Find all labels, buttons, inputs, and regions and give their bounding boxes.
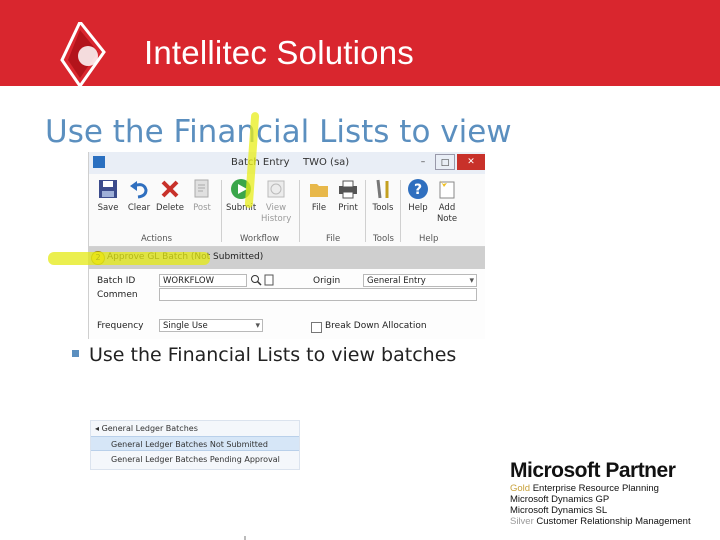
group-actions: Actions xyxy=(141,234,173,244)
ribbon: Save Clear Delete Post Submit View Histo… xyxy=(89,174,485,247)
group-workflow: Workflow xyxy=(240,234,280,244)
partner-line-sl: Microsoft Dynamics SL xyxy=(510,505,608,516)
batch-form: Batch ID WORKFLOW Origin General Entry C… xyxy=(89,269,485,339)
minimize-button[interactable]: – xyxy=(413,154,433,170)
frequency-label: Frequency xyxy=(97,321,144,331)
group-help: Help xyxy=(419,234,439,244)
post-icon xyxy=(194,179,209,198)
financial-lists-panel: ◂ General Ledger Batches General Ledger … xyxy=(90,420,300,470)
header-band: Intellitec Solutions xyxy=(0,0,720,89)
save-button[interactable]: Save xyxy=(93,178,123,214)
slide-marker xyxy=(244,536,246,540)
view-history-button[interactable]: View History xyxy=(261,178,291,225)
view-history-label: View History xyxy=(261,203,292,224)
maximize-button[interactable]: □ xyxy=(435,154,455,170)
ribbon-separator xyxy=(400,180,401,242)
comment-field[interactable] xyxy=(159,288,477,301)
ribbon-separator xyxy=(365,180,366,242)
help-label: Help xyxy=(408,203,428,213)
frequency-select[interactable]: Single Use xyxy=(159,319,263,333)
list-header-label: General Ledger Batches xyxy=(101,424,198,433)
group-file: File xyxy=(326,234,341,244)
bullet-item: Use the Financial Lists to view batches xyxy=(72,344,456,366)
gold-label: Gold xyxy=(510,483,531,494)
batch-id-label: Batch ID xyxy=(97,276,136,286)
lookup-icon[interactable] xyxy=(250,274,262,286)
print-label: Print xyxy=(338,203,358,213)
tools-icon xyxy=(376,179,389,199)
post-button[interactable]: Post xyxy=(187,178,217,214)
silver-competency: Customer Relationship Management xyxy=(536,516,691,527)
svg-text:?: ? xyxy=(414,182,422,198)
window-title: Batch Entry xyxy=(231,157,290,168)
window-company: TWO (sa) xyxy=(303,157,350,168)
slide-title: Use the Financial Lists to view xyxy=(45,114,512,150)
list-item-pending-approval[interactable]: General Ledger Batches Pending Approval xyxy=(91,452,319,467)
clear-label: Clear xyxy=(127,203,151,213)
app-icon xyxy=(93,156,105,168)
origin-select[interactable]: General Entry xyxy=(363,274,477,288)
ribbon-separator xyxy=(221,180,222,242)
gold-competency: Enterprise Resource Planning xyxy=(532,483,659,494)
tools-label: Tools xyxy=(372,203,394,213)
delete-label: Delete xyxy=(156,203,184,213)
post-label: Post xyxy=(193,203,211,213)
partner-line-gold: Gold Enterprise Resource Planning xyxy=(510,483,691,494)
break-down-allocation-checkbox[interactable] xyxy=(311,322,322,333)
folder-icon xyxy=(310,184,328,197)
intellitec-logo-icon xyxy=(60,22,106,89)
partner-line-silver: Silver Customer Relationship Management xyxy=(510,516,691,527)
partner-line-gp: Microsoft Dynamics GP xyxy=(510,494,610,505)
save-label: Save xyxy=(97,203,119,213)
file-button[interactable]: File xyxy=(304,178,334,214)
ribbon-separator xyxy=(299,180,300,242)
file-label: File xyxy=(311,203,327,213)
bullet-text: Use the Financial Lists to view batches xyxy=(89,344,457,366)
undo-icon xyxy=(130,181,148,199)
origin-label: Origin xyxy=(313,276,341,286)
microsoft-partner-logo: Microsoft Partner Gold Enterprise Resour… xyxy=(510,459,691,527)
break-down-allocation-label: Break Down Allocation xyxy=(325,321,427,331)
note-page-icon[interactable] xyxy=(264,274,274,286)
add-note-button[interactable]: Add Note xyxy=(432,178,462,225)
clear-button[interactable]: Clear xyxy=(124,178,154,214)
batch-id-field[interactable]: WORKFLOW xyxy=(159,274,247,287)
brand-name: Intellitec Solutions xyxy=(144,34,414,71)
partner-heading: Microsoft Partner xyxy=(510,459,676,482)
highlight-underline xyxy=(48,252,210,265)
list-item-not-submitted[interactable]: General Ledger Batches Not Submitted xyxy=(91,436,299,451)
add-note-label: Add Note xyxy=(436,203,458,224)
print-button[interactable]: Print xyxy=(333,178,363,214)
group-tools: Tools xyxy=(373,234,394,244)
history-icon xyxy=(267,180,285,198)
tools-button[interactable]: Tools xyxy=(368,178,398,214)
silver-label: Silver xyxy=(510,516,534,527)
list-header[interactable]: ◂ General Ledger Batches xyxy=(91,421,303,436)
close-button[interactable]: ✕ xyxy=(457,154,485,170)
save-icon xyxy=(99,180,117,198)
bullet-marker xyxy=(72,350,79,357)
help-button[interactable]: ? Help xyxy=(403,178,433,214)
batch-entry-window: Batch Entry TWO (sa) – □ ✕ Save Clear De… xyxy=(88,152,485,339)
comment-label: Commen xyxy=(97,290,138,300)
note-icon xyxy=(439,180,455,199)
delete-button[interactable]: Delete xyxy=(155,178,185,214)
help-icon: ? xyxy=(408,179,428,199)
window-titlebar: Batch Entry TWO (sa) – □ ✕ xyxy=(89,152,485,175)
printer-icon xyxy=(339,180,357,199)
delete-x-icon xyxy=(161,180,179,198)
